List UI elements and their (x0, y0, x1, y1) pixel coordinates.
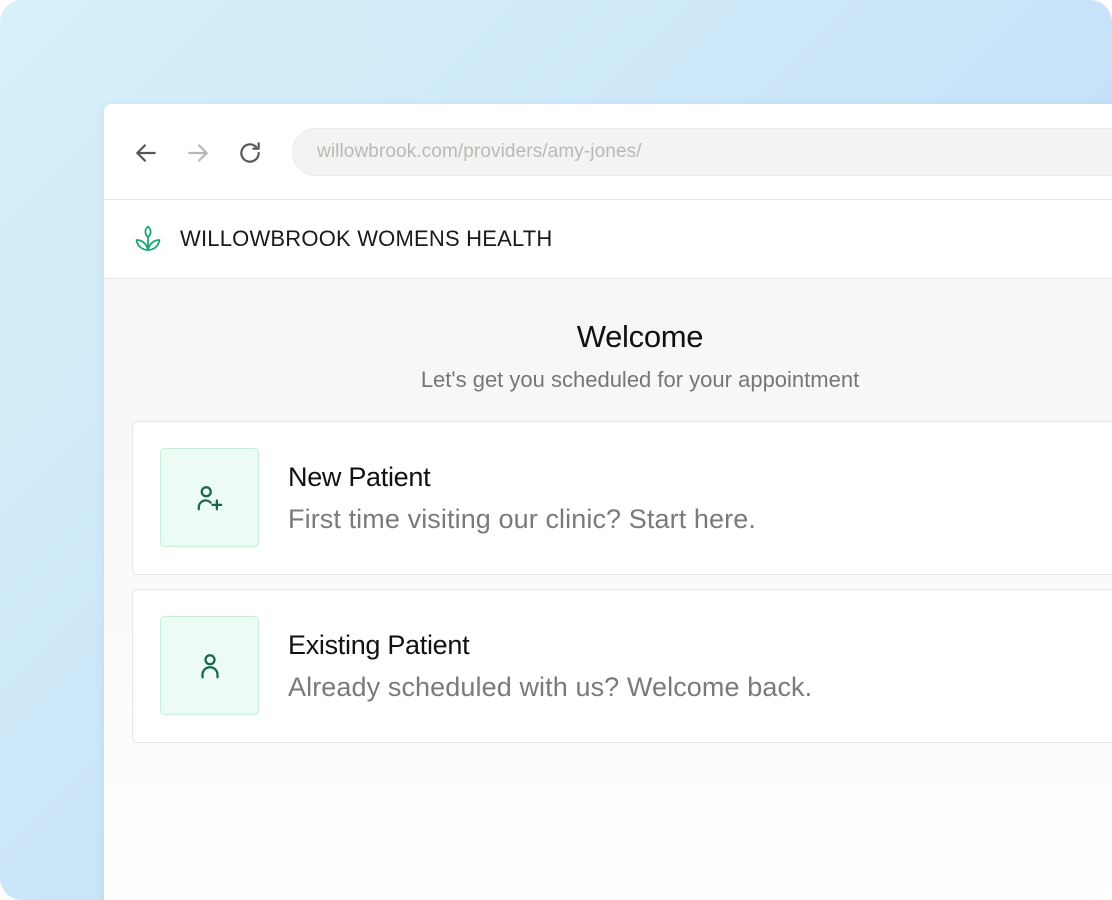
reload-button[interactable] (235, 138, 265, 168)
existing-patient-card[interactable]: Existing Patient Already scheduled with … (132, 589, 1112, 743)
main-content: Welcome Let's get you scheduled for your… (104, 279, 1112, 900)
brand-logo[interactable] (132, 223, 164, 255)
card-icon-box (160, 616, 259, 715)
browser-toolbar: willowbrook.com/providers/amy-jones/ (104, 104, 1112, 200)
address-bar[interactable]: willowbrook.com/providers/amy-jones/ (292, 128, 1112, 176)
brand-name[interactable]: WILLOWBROOK WOMENS HEALTH (180, 226, 553, 252)
user-plus-icon (197, 485, 222, 510)
forward-button[interactable] (183, 138, 213, 168)
card-description: First time visiting our clinic? Start he… (288, 504, 756, 534)
user-icon (200, 653, 219, 678)
page-title: Welcome (576, 319, 704, 354)
browser-window: willowbrook.com/providers/amy-jones/ WIL… (104, 104, 1112, 900)
reload-icon (240, 142, 260, 163)
card-title: New Patient (288, 462, 431, 492)
arrow-right-icon (188, 144, 208, 162)
page-subtitle: Let's get you scheduled for your appoint… (420, 367, 860, 392)
new-patient-card[interactable]: New Patient First time visiting our clin… (132, 421, 1112, 575)
site-header: WILLOWBROOK WOMENS HEALTH (104, 200, 1112, 279)
card-title: Existing Patient (288, 630, 470, 660)
back-button[interactable] (131, 138, 161, 168)
card-icon-box (160, 448, 259, 547)
page-backdrop: willowbrook.com/providers/amy-jones/ WIL… (0, 0, 1112, 900)
card-description: Already scheduled with us? Welcome back. (288, 672, 813, 702)
arrow-left-icon (136, 144, 156, 162)
address-url: willowbrook.com/providers/amy-jones/ (317, 141, 642, 162)
sprout-icon (135, 225, 161, 251)
